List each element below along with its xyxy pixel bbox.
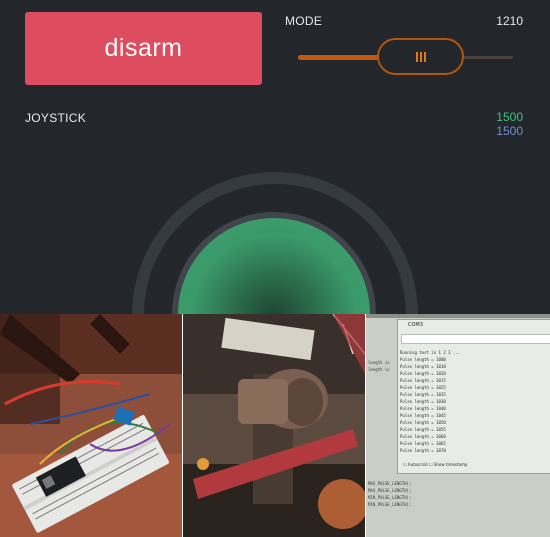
serial-line: Pulse length = 1060 [400, 434, 446, 439]
disarm-button[interactable]: disarm [25, 12, 262, 85]
code-line: MAX_PULSE_LENGTH); [368, 488, 412, 493]
serial-line: Pulse length = 1045 [400, 413, 446, 418]
serial-line: Pulse length = 1055 [400, 427, 446, 432]
code-line: length is [368, 367, 390, 372]
serial-monitor-window: COM3 Running test in 1 2 3 ... Pulse len… [397, 319, 550, 474]
mode-slider-track-empty[interactable] [462, 56, 513, 59]
serial-input[interactable] [401, 334, 550, 344]
serial-line: Pulse length = 1015 [400, 378, 446, 383]
code-line: MIN_PULSE_LENGTH); [368, 502, 412, 507]
serial-line: Pulse length = 1050 [400, 420, 446, 425]
serial-options: ☐ Autoscroll ☐ Show timestamp [403, 462, 467, 467]
serial-line: Pulse length = 1020 [400, 371, 446, 376]
joystick-y-value: 1500 [496, 124, 523, 138]
code-line: length is [368, 360, 390, 365]
serial-line: Pulse length = 1000 [400, 357, 446, 362]
serial-line: Pulse length = 1025 [400, 385, 446, 390]
joystick-label: JOYSTICK [25, 111, 87, 125]
motor-frame-photo [183, 314, 365, 537]
mode-label: MODE [285, 14, 323, 28]
serial-line: Pulse length = 1065 [400, 441, 446, 446]
grip-icon [415, 51, 426, 62]
code-line: MIN_PULSE_LENGTH); [368, 495, 412, 500]
serial-line: Pulse length = 1010 [400, 364, 446, 369]
serial-line: Pulse length = 1040 [400, 406, 446, 411]
joystick-x-value: 1500 [496, 110, 523, 124]
mode-value: 1210 [496, 14, 523, 28]
serial-line: Pulse length = 1035 [400, 392, 446, 397]
serial-monitor-photo: length is length is COM3 Running test in… [366, 314, 550, 537]
autoscroll-checkbox[interactable]: ☐ [403, 462, 407, 467]
timestamp-checkbox[interactable]: ☐ [429, 462, 433, 467]
breadboard-photo [0, 314, 182, 537]
serial-header: Running test in 1 2 3 ... [400, 350, 461, 355]
serial-title: COM3 [408, 322, 423, 328]
blynk-dashboard: disarm MODE 1210 JOYSTICK 1500 1500 [0, 0, 550, 314]
code-line: MAX_PULSE_LENGTH); [368, 481, 412, 486]
serial-line: Pulse length = 1070 [400, 448, 446, 453]
timestamp-label: Show timestamp [433, 462, 468, 467]
autoscroll-label: Autoscroll [407, 462, 428, 467]
mode-slider-thumb[interactable] [377, 38, 464, 75]
serial-line: Pulse length = 1030 [400, 399, 446, 404]
